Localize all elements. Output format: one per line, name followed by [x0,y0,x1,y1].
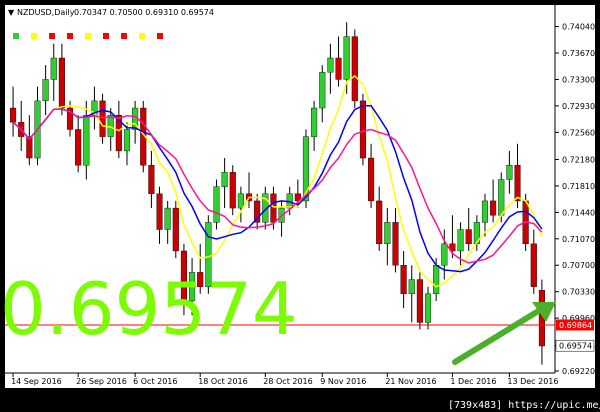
candle-body [10,107,17,123]
candle-body [156,193,163,230]
candle-body [359,100,366,159]
chart-ohlc: 0.70347 0.70500 0.69310 0.69574 [74,8,214,17]
candle-body [384,222,391,245]
candle-body [123,129,131,152]
candle-body [270,193,277,223]
candle-body [481,200,489,223]
price-tick-label: 0.73300 [562,75,595,84]
candle-body [490,200,497,216]
candle-body [457,229,464,252]
date-tick-label: 13 Dec 2016 [507,377,558,386]
date-tick-label: 26 Sep 2016 [76,377,127,386]
signal-dot [157,33,163,39]
candle-body [424,293,432,323]
candle-body [172,207,179,252]
candle-body [229,172,236,209]
candle-body [514,165,521,202]
candle-body [408,279,415,295]
candle-body [433,265,440,295]
signal-dot [49,33,55,39]
chart-window: ▼ NZDUSD,Daily 0.70347 0.70500 0.69310 0… [0,0,600,412]
candle-body [376,200,383,245]
candle-body [506,165,513,180]
price-tick-label: 0.73670 [562,49,595,58]
candle-body [237,193,244,209]
candle-body [213,186,220,223]
candle-body [335,57,342,80]
candle-body [148,165,155,194]
signal-dot [121,33,127,39]
price-tick-label: 0.72180 [562,155,595,164]
candle-body [400,265,407,295]
signal-dot [85,33,91,39]
price-tick-label: 0.71810 [562,182,595,191]
collapse-arrow-icon[interactable]: ▼ [8,8,15,17]
candle-body [50,57,57,80]
candle-body [465,229,472,245]
candle-body [42,79,49,102]
candle-body [416,279,423,323]
date-tick-label: 1 Dec 2016 [450,377,496,386]
date-tick-label: 9 Nov 2016 [320,377,366,386]
price-tick-label: 0.70700 [562,261,595,270]
candle-body [351,36,358,102]
signal-dot [13,33,19,39]
candle-body [498,179,505,216]
price-tick-label: 0.71440 [562,208,595,217]
price-tick-label: 0.70330 [562,288,595,297]
candle-body [107,114,114,137]
candle-body [75,129,82,166]
candle-body [58,57,65,109]
candle-body [392,222,399,266]
candle-body [99,100,106,137]
signal-dot [67,33,73,39]
level-price-tag-text: 0.69864 [559,321,592,330]
chart-canvas[interactable]: ▼ NZDUSD,Daily 0.70347 0.70500 0.69310 0… [0,0,600,412]
candle-body [530,243,537,287]
price-tick-label: 0.74040 [562,23,595,32]
candle-body [327,57,334,73]
date-tick-label: 6 Oct 2016 [133,377,177,386]
price-tick-label: 0.72930 [562,102,595,111]
signal-dots [13,33,163,39]
candle-body [368,157,375,202]
candle-body [343,36,350,80]
candle-body [311,107,318,137]
date-tick-label: 21 Nov 2016 [385,377,436,386]
candle-body [319,72,326,109]
date-tick-label: 18 Oct 2016 [198,377,247,386]
candle-body [164,207,171,230]
price-tick-label: 0.71070 [562,235,595,244]
price-tick-label: 0.72560 [562,128,595,137]
bid-price-tag-text: 0.69574 [559,342,592,351]
chart-symbol: NZDUSD,Daily [17,8,75,17]
signal-dot [31,33,37,39]
signal-dot [139,33,145,39]
date-tick-label: 14 Sep 2016 [11,377,62,386]
big-price-text: 0.69574 [0,267,298,351]
candle-body [441,243,448,266]
candle-body [83,114,90,166]
date-tick-label: 28 Oct 2016 [263,377,312,386]
candle-body [221,172,228,187]
signal-dot [103,33,109,39]
price-tick-label: 0.69220 [562,367,595,376]
watermark-text: [739x483] https://upic.me/ [448,400,600,411]
